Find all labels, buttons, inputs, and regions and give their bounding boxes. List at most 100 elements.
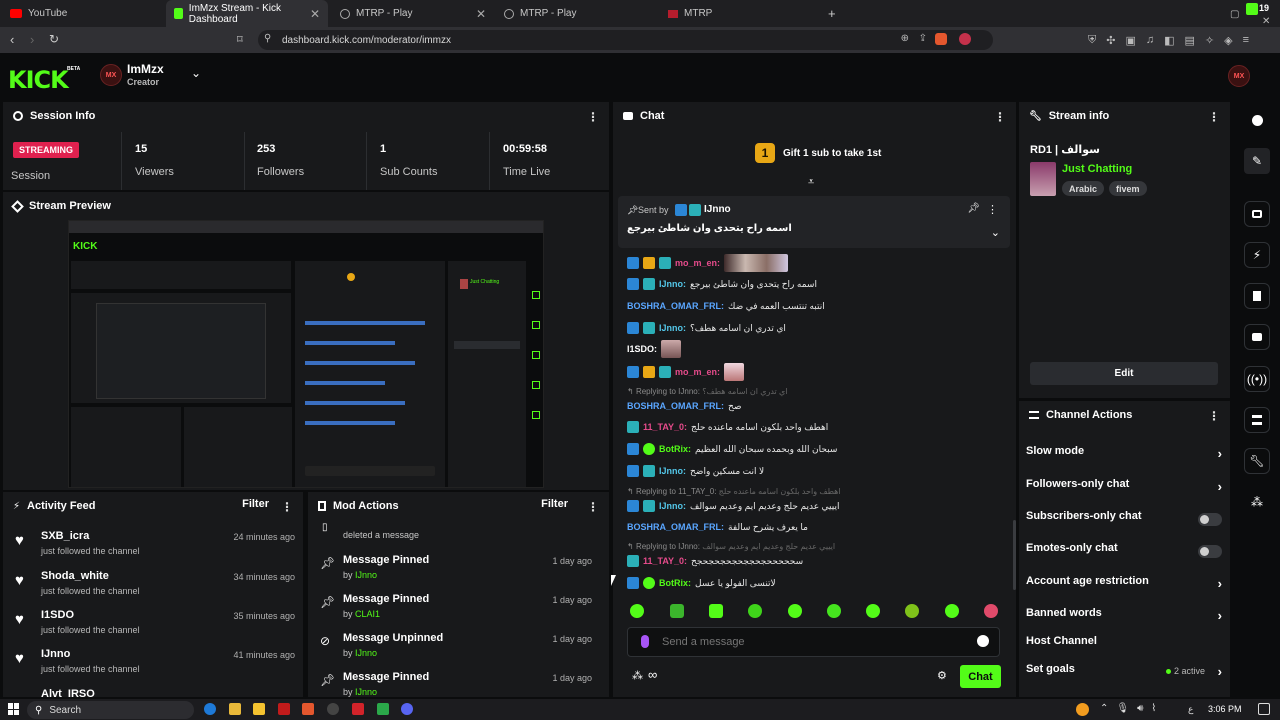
mod-action-user[interactable]: IJnno [355,648,377,658]
chat-username[interactable]: IJnno: [659,279,686,289]
chat-scrollbar[interactable] [1013,520,1016,590]
filter-button[interactable]: Filter [242,498,269,510]
mod-panel-icon[interactable] [1244,407,1270,433]
store-icon[interactable] [253,703,265,715]
mod-action-user[interactable]: IJnno [355,687,377,697]
edit-stream-button[interactable]: Edit [1030,362,1218,385]
site-info-icon[interactable]: ⚲ [264,33,271,44]
reply-context[interactable]: ↰ Replying to 11_TAY_0: اهطف واحد بلكون … [627,487,841,496]
document-icon[interactable] [1244,283,1270,309]
emote-1-icon[interactable] [630,604,644,618]
tray-chevron-icon[interactable]: ⌃ [1100,703,1108,714]
zoom-icon[interactable]: ⊕ [901,33,909,44]
address-bar[interactable]: ⚲ dashboard.kick.com/moderator/immzx ⊕ ⇪ [258,30,993,50]
chat-username[interactable]: BOSHRA_OMAR_FRL: [627,301,724,311]
clock[interactable]: 3:06 PM [1208,704,1242,714]
wallet-icon[interactable]: ▤ [1185,34,1195,47]
tab-youtube[interactable]: YouTube [2,0,162,27]
chat-username[interactable]: 11_TAY_0: [643,422,687,432]
mic-icon[interactable]: 🎙︎ [1116,703,1129,714]
back-icon[interactable]: ‹ [10,32,14,47]
chat-username[interactable]: BotRix: [659,578,691,588]
brave-shield-icon[interactable] [935,33,947,45]
emote-8-icon[interactable] [905,604,919,618]
close-tab-icon[interactable]: ✕ [476,7,486,21]
banned-words-action[interactable]: Banned words › [1026,607,1222,627]
chat-username[interactable]: mo_m_en: [675,367,720,377]
chat-input-box[interactable] [627,627,1000,657]
info-icon[interactable] [1244,107,1270,133]
follower-name[interactable]: SXB_icra [41,530,89,542]
close-tab-icon[interactable]: ✕ [310,7,320,21]
emote-10-icon[interactable] [984,604,998,618]
emote-5-icon[interactable] [788,604,802,618]
chat-username[interactable]: IJnno: [659,466,686,476]
share-icon[interactable]: ⇪ [919,33,927,44]
chat-send-button[interactable]: Chat [960,665,1001,688]
vpn-icon[interactable]: ◈ [1224,34,1232,47]
new-tab-button[interactable]: + [828,6,836,21]
chat-input[interactable] [662,634,962,650]
kick-coin-icon[interactable]: ⁂ [632,669,643,682]
reload-icon[interactable]: ↻ [49,32,59,46]
chevron-down-icon[interactable]: ⌄ [191,66,201,80]
app-icon[interactable] [278,703,290,715]
tab-mtrp-1[interactable]: MTRP - Play ✕ [332,0,494,27]
notification-icon[interactable] [1258,703,1270,715]
discord-icon[interactable] [401,703,413,715]
reply-context[interactable]: ↰ Replying to IJnno: ايييي عديم حلج وعدي… [627,542,835,551]
tab-mtrp-2[interactable]: MTRP - Play [496,0,658,27]
bookmark-icon[interactable]: ⌑ [237,33,243,46]
account-age-action[interactable]: Account age restriction › [1026,575,1222,595]
edge-icon[interactable] [204,703,216,715]
puzzle-icon[interactable]: ✣ [1106,34,1115,47]
chat-username[interactable]: I1SDO: [627,344,657,354]
chat-settings-gear-icon[interactable]: ⚙ [937,669,947,682]
followers-only-action[interactable]: Followers-only chat › [1026,478,1222,498]
pinned-user[interactable]: IJnno [704,204,731,215]
broadcast-icon[interactable]: ((•)) [1244,366,1270,392]
chat-username[interactable]: IJnno: [659,501,686,511]
input-language[interactable]: ع [1188,704,1193,715]
kick-extension-icon[interactable] [1246,3,1258,15]
window-close-icon[interactable]: ✕ [1262,16,1270,27]
unpin-icon[interactable]: 📌︎ [967,203,980,214]
emote-7-icon[interactable] [866,604,880,618]
brave-rewards-icon[interactable] [959,33,971,45]
volume-icon[interactable]: 🔊︎ [1137,703,1143,714]
follower-name[interactable]: Shoda_white [41,570,109,582]
collapse-icon[interactable]: ⩡ [808,176,814,189]
lightning-icon[interactable]: ⚡︎ [1244,242,1270,268]
tab-kick-dashboard[interactable]: ImMzx Stream - Kick Dashboard ✕ [166,0,328,27]
chat-username[interactable]: mo_m_en: [675,258,720,268]
user-avatar[interactable]: MX [1228,65,1250,87]
add-widget-icon[interactable]: ⁂ [1244,489,1270,515]
menu-icon[interactable]: ≡ [1243,34,1249,47]
leo-icon[interactable]: ✧ [1205,34,1214,47]
emoji-icon[interactable] [977,635,989,647]
chat-username[interactable]: 11_TAY_0: [643,556,687,566]
infinity-icon[interactable]: ∞ [648,667,657,682]
more-icon[interactable]: ⋮ [281,500,293,514]
mod-action-user[interactable]: CLAI1 [355,609,380,619]
emote-6-icon[interactable] [827,604,841,618]
subscribers-only-toggle[interactable] [1198,513,1222,526]
window-maximize-icon[interactable]: ▢ [1230,9,1239,20]
screenshot-icon[interactable]: ▣ [1125,34,1135,47]
tab-mtrp-3[interactable]: MTRP [660,0,822,27]
reply-context[interactable]: ↰ Replying to IJnno: اي تدري ان اسامه هط… [627,387,788,396]
avatar[interactable]: MX [100,64,122,86]
music-icon[interactable]: ♫ [1146,34,1154,47]
more-icon[interactable]: ⋮ [987,203,998,216]
chat-username[interactable]: BotRix: [659,444,691,454]
chat-username[interactable]: BOSHRA_OMAR_FRL: [627,522,724,532]
brave-icon[interactable] [302,703,314,715]
mod-action-user[interactable]: IJnno [355,570,377,580]
filter-button[interactable]: Filter [541,498,568,510]
more-icon[interactable]: ⋮ [587,500,599,514]
emote-9-icon[interactable] [945,604,959,618]
set-goals-action[interactable]: Set goals 2 active › [1026,663,1222,683]
chevron-down-icon[interactable]: ⌄ [991,226,1000,239]
more-icon[interactable]: ⋮ [587,110,599,124]
game-icon[interactable] [352,703,364,715]
